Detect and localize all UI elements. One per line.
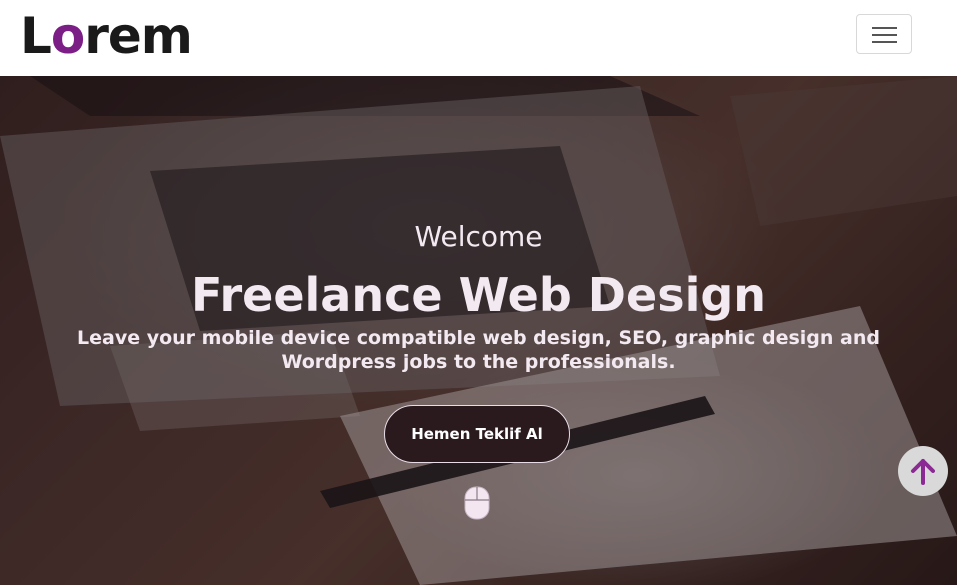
hero-description: Leave your mobile device compatible web … xyxy=(77,327,880,373)
logo-suffix: rem xyxy=(84,7,193,65)
navbar-toggler-button[interactable] xyxy=(856,14,912,54)
hero-section: Welcome Freelance Web Design Leave your … xyxy=(0,76,957,585)
logo-prefix: L xyxy=(20,7,52,65)
navbar: Lo rem xyxy=(0,0,957,76)
arrow-up-icon xyxy=(911,459,935,485)
hero-title: Freelance Web Design xyxy=(190,268,767,322)
hero-subtitle: Welcome xyxy=(414,220,543,253)
logo[interactable]: Lo rem xyxy=(20,7,193,65)
get-quote-button[interactable]: Hemen Teklif Al xyxy=(384,405,570,463)
mouse-icon[interactable] xyxy=(464,486,490,520)
logo-accent: o xyxy=(50,7,85,65)
scroll-to-top-button[interactable] xyxy=(898,446,948,496)
